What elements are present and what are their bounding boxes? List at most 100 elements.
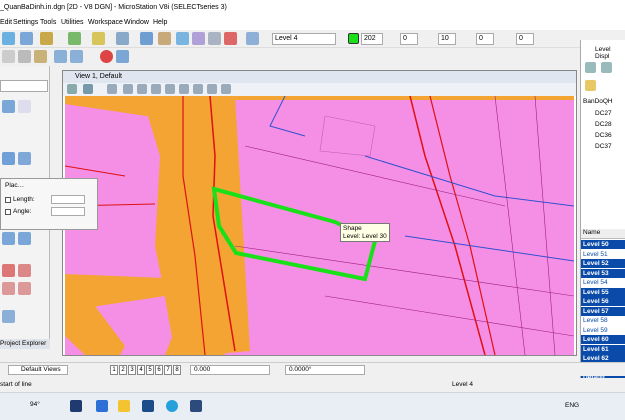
- folder-taskbar-icon[interactable]: [118, 400, 130, 412]
- transparency-select[interactable]: 0: [476, 33, 494, 45]
- view-number-button[interactable]: 3: [128, 365, 136, 375]
- view-next-icon[interactable]: [221, 84, 231, 94]
- rotate-icon[interactable]: [2, 232, 15, 245]
- microstation-icon[interactable]: [190, 400, 202, 412]
- weather-temp[interactable]: 94°: [30, 401, 40, 408]
- line-tool-icon[interactable]: [2, 152, 15, 165]
- zoom-in-icon[interactable]: [123, 84, 133, 94]
- views-select[interactable]: Default Views: [8, 365, 68, 375]
- line-style-select[interactable]: 0: [400, 33, 418, 45]
- task-select[interactable]: [0, 80, 48, 92]
- project-explorer-tab[interactable]: Project Explorer: [0, 339, 50, 349]
- level-panel-icon-1[interactable]: [585, 62, 596, 73]
- color-swatch-icon[interactable]: [348, 33, 359, 44]
- print-icon[interactable]: [116, 50, 129, 63]
- paste-icon[interactable]: [34, 50, 47, 63]
- view-number-button[interactable]: 1: [110, 365, 118, 375]
- settings-icon[interactable]: [192, 32, 205, 45]
- level-list-item[interactable]: Level 53: [581, 268, 625, 278]
- view-number-button[interactable]: 4: [137, 365, 145, 375]
- reference-icon[interactable]: [20, 32, 33, 45]
- fit-view-icon[interactable]: [165, 84, 175, 94]
- length-input[interactable]: [51, 195, 85, 204]
- selection-icon[interactable]: [2, 100, 15, 113]
- mail-icon[interactable]: [96, 400, 108, 412]
- drawing-canvas[interactable]: [65, 96, 574, 355]
- view-attributes-icon[interactable]: [67, 84, 77, 94]
- update-view-icon[interactable]: [107, 84, 117, 94]
- accudraw-icon[interactable]: [140, 32, 153, 45]
- open-icon[interactable]: [2, 32, 15, 45]
- menu-workspace[interactable]: Workspace: [88, 19, 123, 26]
- tree-item[interactable]: DC27: [595, 110, 612, 117]
- smartline-icon[interactable]: [18, 152, 31, 165]
- menu-settings[interactable]: Settings: [13, 19, 38, 26]
- view-number-button[interactable]: 2: [119, 365, 127, 375]
- list-view-icon[interactable]: [18, 100, 31, 113]
- x-coordinate[interactable]: 0.000: [190, 365, 270, 375]
- angle-input[interactable]: [51, 207, 85, 216]
- level-list-item[interactable]: Level 54: [581, 278, 625, 287]
- tree-item[interactable]: DC36: [595, 132, 612, 139]
- menu-tools[interactable]: Tools: [40, 19, 56, 26]
- length-checkbox[interactable]: [5, 197, 11, 203]
- raster-icon[interactable]: [40, 32, 53, 45]
- level-list-item[interactable]: Level 50: [581, 240, 625, 249]
- snap-icon[interactable]: [116, 32, 129, 45]
- level-list-header[interactable]: Name: [581, 229, 625, 239]
- level-list-item[interactable]: Level 58: [581, 316, 625, 325]
- level-list-item[interactable]: Level 51: [581, 249, 625, 259]
- level-list-item[interactable]: Level 56: [581, 297, 625, 306]
- text-tool-icon[interactable]: [2, 264, 15, 277]
- edit-text-icon[interactable]: [18, 282, 31, 295]
- window-area-icon[interactable]: [151, 84, 161, 94]
- models-icon[interactable]: [68, 32, 81, 45]
- menu-help[interactable]: Help: [153, 19, 167, 26]
- view-previous-icon[interactable]: [207, 84, 217, 94]
- y-coordinate[interactable]: 0.0000°: [285, 365, 365, 375]
- edge-icon[interactable]: [166, 400, 178, 412]
- color-select[interactable]: 202: [361, 33, 383, 45]
- display-style-icon[interactable]: [83, 84, 93, 94]
- view-number-button[interactable]: 7: [164, 365, 172, 375]
- level-list-item[interactable]: Level 55: [581, 287, 625, 297]
- grid-icon[interactable]: [208, 32, 221, 45]
- language-indicator[interactable]: ENG: [565, 402, 579, 409]
- tree-item[interactable]: DC37: [595, 143, 612, 150]
- rotate-view-icon[interactable]: [179, 84, 189, 94]
- tree-item[interactable]: DC28: [595, 121, 612, 128]
- key-in-icon[interactable]: [158, 32, 171, 45]
- zoom-out-icon[interactable]: [137, 84, 147, 94]
- cell-icon[interactable]: [2, 310, 15, 323]
- level-display-icon[interactable]: [246, 32, 259, 45]
- priority-select[interactable]: 0: [516, 33, 534, 45]
- folder-icon[interactable]: [585, 80, 596, 91]
- level-panel-icon-2[interactable]: [601, 62, 612, 73]
- view-number-button[interactable]: 6: [155, 365, 163, 375]
- menu-window[interactable]: Window: [124, 19, 149, 26]
- search-icon[interactable]: [70, 400, 82, 412]
- active-level-select[interactable]: Level 4: [272, 33, 336, 45]
- view-number-button[interactable]: 5: [146, 365, 154, 375]
- menu-utilities[interactable]: Utilities: [61, 19, 84, 26]
- level-manager-icon[interactable]: [92, 32, 105, 45]
- tree-root[interactable]: BanDoQH: [583, 98, 613, 105]
- place-text-icon[interactable]: [2, 282, 15, 295]
- no-display-icon[interactable]: [224, 32, 237, 45]
- level-list-item[interactable]: Level 57: [581, 306, 625, 316]
- menu-edit[interactable]: Edit: [0, 19, 12, 26]
- redo-icon[interactable]: [70, 50, 83, 63]
- level-list-item[interactable]: Level 60: [581, 335, 625, 344]
- store-icon[interactable]: [142, 400, 154, 412]
- level-list-item[interactable]: Level 59: [581, 325, 625, 335]
- pan-view-icon[interactable]: [193, 84, 203, 94]
- scale-icon[interactable]: [18, 232, 31, 245]
- info-icon[interactable]: [176, 32, 189, 45]
- copy-icon[interactable]: [18, 50, 31, 63]
- undo-icon[interactable]: [54, 50, 67, 63]
- level-list-item[interactable]: Level 52: [581, 259, 625, 268]
- angle-checkbox[interactable]: [5, 209, 11, 215]
- help-icon[interactable]: [100, 50, 113, 63]
- view-number-button[interactable]: 8: [173, 365, 181, 375]
- dimension-icon[interactable]: [18, 264, 31, 277]
